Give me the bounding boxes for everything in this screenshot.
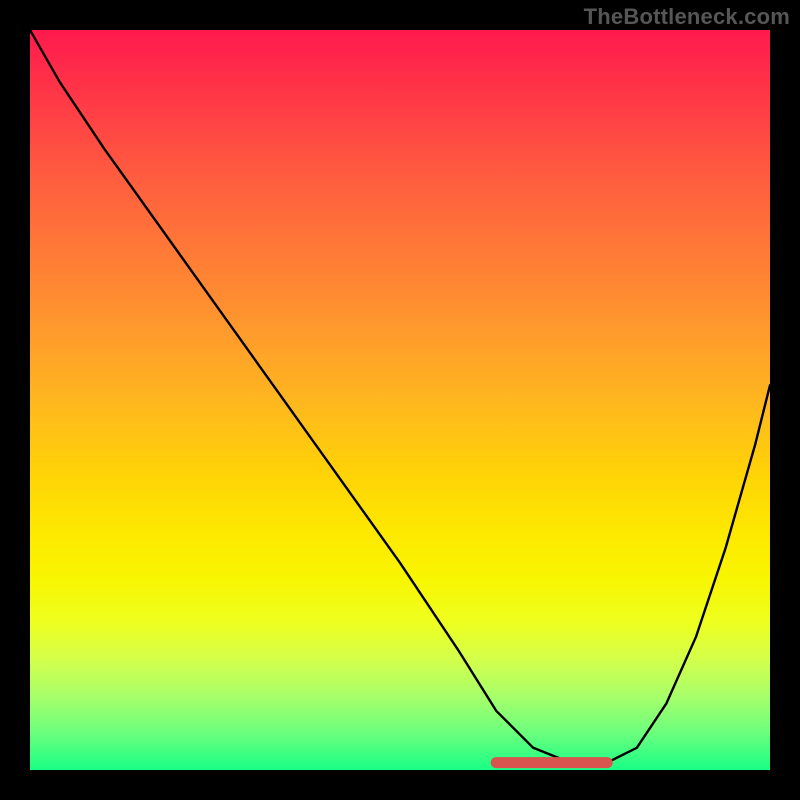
watermark-text: TheBottleneck.com xyxy=(584,4,790,30)
chart-frame: TheBottleneck.com xyxy=(0,0,800,800)
chart-svg xyxy=(30,30,770,770)
bottleneck-curve xyxy=(30,30,770,763)
plot-area xyxy=(30,30,770,770)
